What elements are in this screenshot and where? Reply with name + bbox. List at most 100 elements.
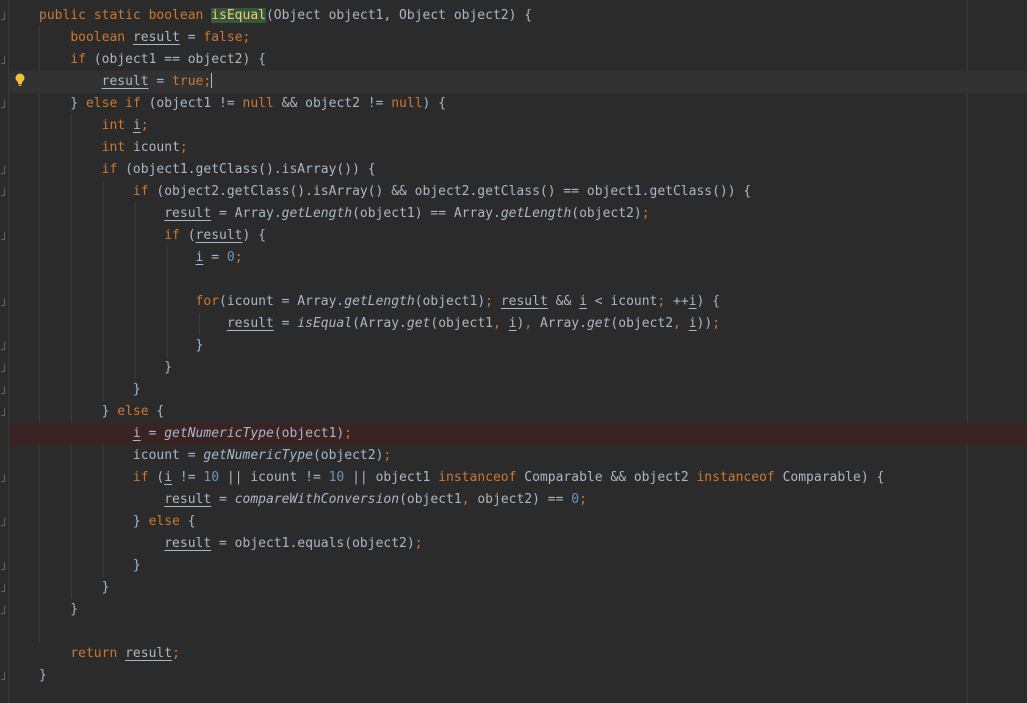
code-line[interactable]: for(icount = Array.getLength(object1); r… [0,291,1027,313]
code-token: } [39,382,141,397]
code-token: } [39,360,173,375]
fold-marker-icon[interactable] [1,386,5,394]
code-line[interactable]: result = compareWithConversion(object1, … [0,489,1027,511]
fold-marker-icon[interactable] [1,342,5,350]
code-token: result [164,492,212,507]
code-line[interactable]: boolean result = false; [0,27,1027,49]
code-line[interactable]: if (object2.getClass().isArray() && obje… [0,181,1027,203]
code-line[interactable]: } [0,357,1027,379]
code-token: , [673,316,689,331]
fold-marker-icon[interactable] [1,166,5,174]
code-line-text: return result; [39,643,180,665]
code-token: = [179,30,204,45]
code-line[interactable]: public static boolean isEqual(Object obj… [0,5,1027,27]
code-token: || icount != [219,470,329,485]
code-token: ; [657,294,674,309]
code-token: getLength [344,294,415,309]
code-line[interactable]: } else { [0,401,1027,423]
code-line[interactable]: i = getNumericType(object1); [0,423,1027,445]
code-token: ; [140,118,149,133]
code-line[interactable]: int i; [0,115,1027,137]
fold-marker-icon[interactable] [1,562,5,570]
code-line[interactable]: } [0,665,1027,687]
code-token: 10 [203,470,220,485]
code-line-text: } [39,357,172,379]
fold-marker-icon[interactable] [1,100,5,108]
code-token: isEqual [211,8,266,23]
fold-marker-icon[interactable] [1,12,5,20]
code-line[interactable]: if (object1 == object2) { [0,49,1027,71]
code-token: return [70,646,126,661]
fold-marker-icon[interactable] [1,474,5,482]
code-token: i [688,294,697,309]
code-token: result [132,30,180,45]
fold-marker-icon[interactable] [1,56,5,64]
code-token: (object1 == object2) { [93,52,266,67]
code-token: )) [696,316,713,331]
code-token: isEqual [297,316,353,331]
code-token: Comparable) { [782,470,885,485]
code-line[interactable]: i = 0; [0,247,1027,269]
code-token: = [140,426,165,441]
code-line[interactable]: } else if (object1 != null && object2 !=… [0,93,1027,115]
code-line[interactable]: icount = getNumericType(object2); [0,445,1027,467]
code-token: (object2.getClass().isArray() && object2… [156,184,752,199]
code-line[interactable]: } [0,555,1027,577]
code-line[interactable]: return result; [0,643,1027,665]
fold-marker-icon[interactable] [1,606,5,614]
code-token: ; [641,206,650,221]
code-token: = [211,492,235,507]
fold-marker-icon[interactable] [1,364,5,372]
code-token: ; [712,316,721,331]
code-token: if [164,228,188,243]
fold-marker-icon[interactable] [1,584,5,592]
code-token: (object2 [610,316,674,331]
code-line[interactable] [0,269,1027,291]
code-token: ) { [422,96,447,111]
code-line[interactable]: result = Array.getLength(object1) == Arr… [0,203,1027,225]
fold-marker-icon[interactable] [1,232,5,240]
code-line[interactable] [0,621,1027,643]
code-line-text: } [39,665,47,687]
code-token: (icount = Array. [219,294,345,309]
fold-marker-icon[interactable] [1,518,5,526]
code-token: (object1) == Array. [352,206,501,221]
code-token: (object2) [312,448,384,463]
code-line-text: result = true; [39,71,213,93]
code-line[interactable]: int icount; [0,137,1027,159]
code-line[interactable]: } [0,379,1027,401]
code-token: (object1) [273,426,345,441]
code-editor[interactable]: public static boolean isEqual(Object obj… [0,0,1027,703]
code-token: if [70,52,94,67]
fold-marker-icon[interactable] [1,298,5,306]
code-token: } [39,338,204,353]
code-line[interactable]: if (object1.getClass().isArray()) { [0,159,1027,181]
fold-marker-icon[interactable] [1,408,5,416]
fold-marker-icon[interactable] [1,188,5,196]
code-line[interactable]: result = true; [0,71,1027,93]
code-line[interactable]: result = object1.equals(object2); [0,533,1027,555]
code-token: (Object object1, Object object2) { [265,8,533,23]
code-token: result [500,294,548,309]
code-token: i [579,294,587,309]
code-token: result [164,536,212,551]
code-token: = Array. [211,206,282,221]
code-token: ; [234,250,243,265]
text-caret [211,73,213,88]
code-token: result [195,228,243,243]
code-line[interactable]: } [0,335,1027,357]
code-line[interactable]: if (result) { [0,225,1027,247]
code-line-text: } [39,555,141,577]
intention-bulb-icon[interactable] [14,73,26,87]
code-line[interactable]: } [0,599,1027,621]
code-line[interactable]: if (i != 10 || icount != 10 || object1 i… [0,467,1027,489]
fold-marker-icon[interactable] [1,672,5,680]
code-line[interactable]: result = isEqual(Array.get(object1, i), … [0,313,1027,335]
code-line[interactable]: } [0,577,1027,599]
editor-gutter[interactable] [0,0,9,703]
code-line[interactable]: } else { [0,511,1027,533]
